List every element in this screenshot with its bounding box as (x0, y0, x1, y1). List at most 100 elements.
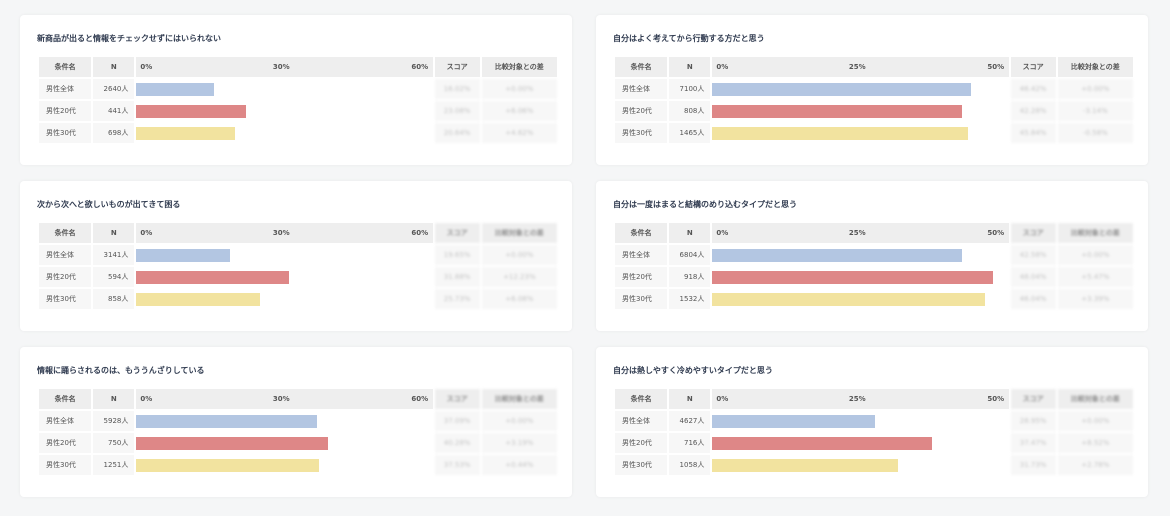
header-n: N (669, 389, 711, 409)
axis-tick-label: 25% (848, 229, 866, 237)
sample-size: 2640人 (93, 79, 135, 99)
bar-cell (712, 289, 1009, 309)
table-row: 男性全体 6804人 42.58% +0.00% (615, 245, 1133, 265)
header-score: スコア (434, 223, 480, 243)
bar (136, 415, 317, 428)
question-card: 次から次へと欲しいものが出てきて困る 条件名 N 0% 30% 60% スコア 比較対象との差… (20, 181, 572, 331)
table-row: 男性20代 750人 40.28% +3.19% (39, 433, 557, 453)
diff-value: +0.00% (481, 245, 557, 265)
bar (136, 293, 261, 306)
diff-value: +3.39% (1057, 289, 1133, 309)
header-scale: 0% 30% 60% (136, 389, 433, 409)
bar-cell (136, 79, 433, 99)
bar (712, 415, 876, 428)
question-card: 新商品が出ると情報をチェックせずにはいられない 条件名 N 0% 30% 60% スコア 比較… (20, 15, 572, 165)
table-row: 男性30代 698人 20.64% +4.62% (39, 123, 557, 143)
score-value: 31.73% (1010, 455, 1056, 475)
bar-cell (136, 289, 433, 309)
score-value: 37.53% (434, 455, 480, 475)
bar-cell (136, 123, 433, 143)
axis-tick-label: 0% (140, 395, 153, 403)
header-score: スコア (1010, 57, 1056, 77)
bar (712, 459, 898, 472)
axis-tick-label: 30% (272, 229, 290, 237)
table-row: 男性20代 808人 42.28% -3.14% (615, 101, 1133, 121)
card-title: 新商品が出ると情報をチェックせずにはいられない (37, 34, 221, 43)
header-diff: 比較対象との差 (481, 57, 557, 77)
condition-label: 男性20代 (39, 101, 92, 121)
condition-label: 男性30代 (615, 123, 668, 143)
sample-size: 698人 (93, 123, 135, 143)
diff-value: +0.00% (481, 79, 557, 99)
header-scale: 0% 30% 60% (136, 57, 433, 77)
sample-size: 918人 (669, 267, 711, 287)
header-condition: 条件名 (615, 57, 668, 77)
header-diff: 比較対象との差 (1057, 389, 1133, 409)
result-table: 条件名 N 0% 25% 50% スコア 比較対象との差 男性全体 7100人 46.42% +0.… (613, 55, 1135, 145)
sample-size: 808人 (669, 101, 711, 121)
score-value: 46.04% (1010, 289, 1056, 309)
header-n: N (93, 223, 135, 243)
bar-cell (712, 245, 1009, 265)
bar-cell (136, 101, 433, 121)
sample-size: 858人 (93, 289, 135, 309)
bar (136, 105, 247, 118)
condition-label: 男性全体 (615, 79, 668, 99)
header-scale: 0% 25% 50% (712, 223, 1009, 243)
result-table: 条件名 N 0% 25% 50% スコア 比較対象との差 男性全体 4627人 28.95% +0.… (613, 387, 1135, 477)
card-title: 自分は一度はまると結構のめり込むタイプだと思う (613, 200, 797, 209)
score-value: 48.04% (1010, 267, 1056, 287)
header-condition: 条件名 (615, 223, 668, 243)
table-row: 男性30代 1251人 37.53% +0.44% (39, 455, 557, 475)
sample-size: 594人 (93, 267, 135, 287)
condition-label: 男性20代 (39, 433, 92, 453)
sample-size: 1532人 (669, 289, 711, 309)
diff-value: +0.00% (1057, 411, 1133, 431)
condition-label: 男性30代 (39, 289, 92, 309)
condition-label: 男性30代 (39, 455, 92, 475)
header-condition: 条件名 (39, 223, 92, 243)
table-row: 男性20代 594人 31.88% +12.23% (39, 267, 557, 287)
bar-cell (136, 433, 433, 453)
score-value: 23.08% (434, 101, 480, 121)
diff-value: +5.47% (1057, 267, 1133, 287)
score-value: 28.95% (1010, 411, 1056, 431)
axis-tick-label: 50% (987, 63, 1005, 71)
axis-tick-label: 60% (411, 229, 429, 237)
bar (136, 249, 231, 262)
table-row: 男性全体 5928人 37.09% +0.00% (39, 411, 557, 431)
question-card: 情報に踊らされるのは、もううんざりしている 条件名 N 0% 30% 60% スコア 比較対象… (20, 347, 572, 497)
card-title: 情報に踊らされるのは、もううんざりしている (37, 366, 205, 375)
bar (136, 271, 289, 284)
bar (136, 459, 319, 472)
condition-label: 男性全体 (39, 79, 92, 99)
bar-cell (136, 455, 433, 475)
axis-tick-label: 50% (987, 395, 1005, 403)
table-row: 男性30代 1465人 45.84% -0.58% (615, 123, 1133, 143)
bar-cell (712, 433, 1009, 453)
header-condition: 条件名 (39, 57, 92, 77)
sample-size: 6804人 (669, 245, 711, 265)
header-n: N (93, 57, 135, 77)
card-title: 自分は熱しやすく冷めやすいタイプだと思う (613, 366, 773, 375)
score-value: 37.09% (434, 411, 480, 431)
result-table: 条件名 N 0% 25% 50% スコア 比較対象との差 男性全体 6804人 42.58% +0.… (613, 221, 1135, 311)
header-diff: 比較対象との差 (481, 223, 557, 243)
sample-size: 716人 (669, 433, 711, 453)
diff-value: +6.06% (481, 101, 557, 121)
axis-tick-label: 60% (411, 395, 429, 403)
sample-size: 4627人 (669, 411, 711, 431)
question-card: 自分は熱しやすく冷めやすいタイプだと思う 条件名 N 0% 25% 50% スコア 比較対象と… (596, 347, 1148, 497)
table-row: 男性全体 3141人 19.65% +0.00% (39, 245, 557, 265)
table-row: 男性全体 7100人 46.42% +0.00% (615, 79, 1133, 99)
axis-tick-label: 0% (716, 229, 729, 237)
diff-value: +3.19% (481, 433, 557, 453)
sample-size: 1058人 (669, 455, 711, 475)
result-table: 条件名 N 0% 30% 60% スコア 比較対象との差 男性全体 2640人 16.02% +0.… (37, 55, 559, 145)
condition-label: 男性30代 (615, 455, 668, 475)
condition-label: 男性20代 (615, 267, 668, 287)
table-row: 男性全体 4627人 28.95% +0.00% (615, 411, 1133, 431)
bar (712, 249, 963, 262)
sample-size: 750人 (93, 433, 135, 453)
diff-value: -0.58% (1057, 123, 1133, 143)
